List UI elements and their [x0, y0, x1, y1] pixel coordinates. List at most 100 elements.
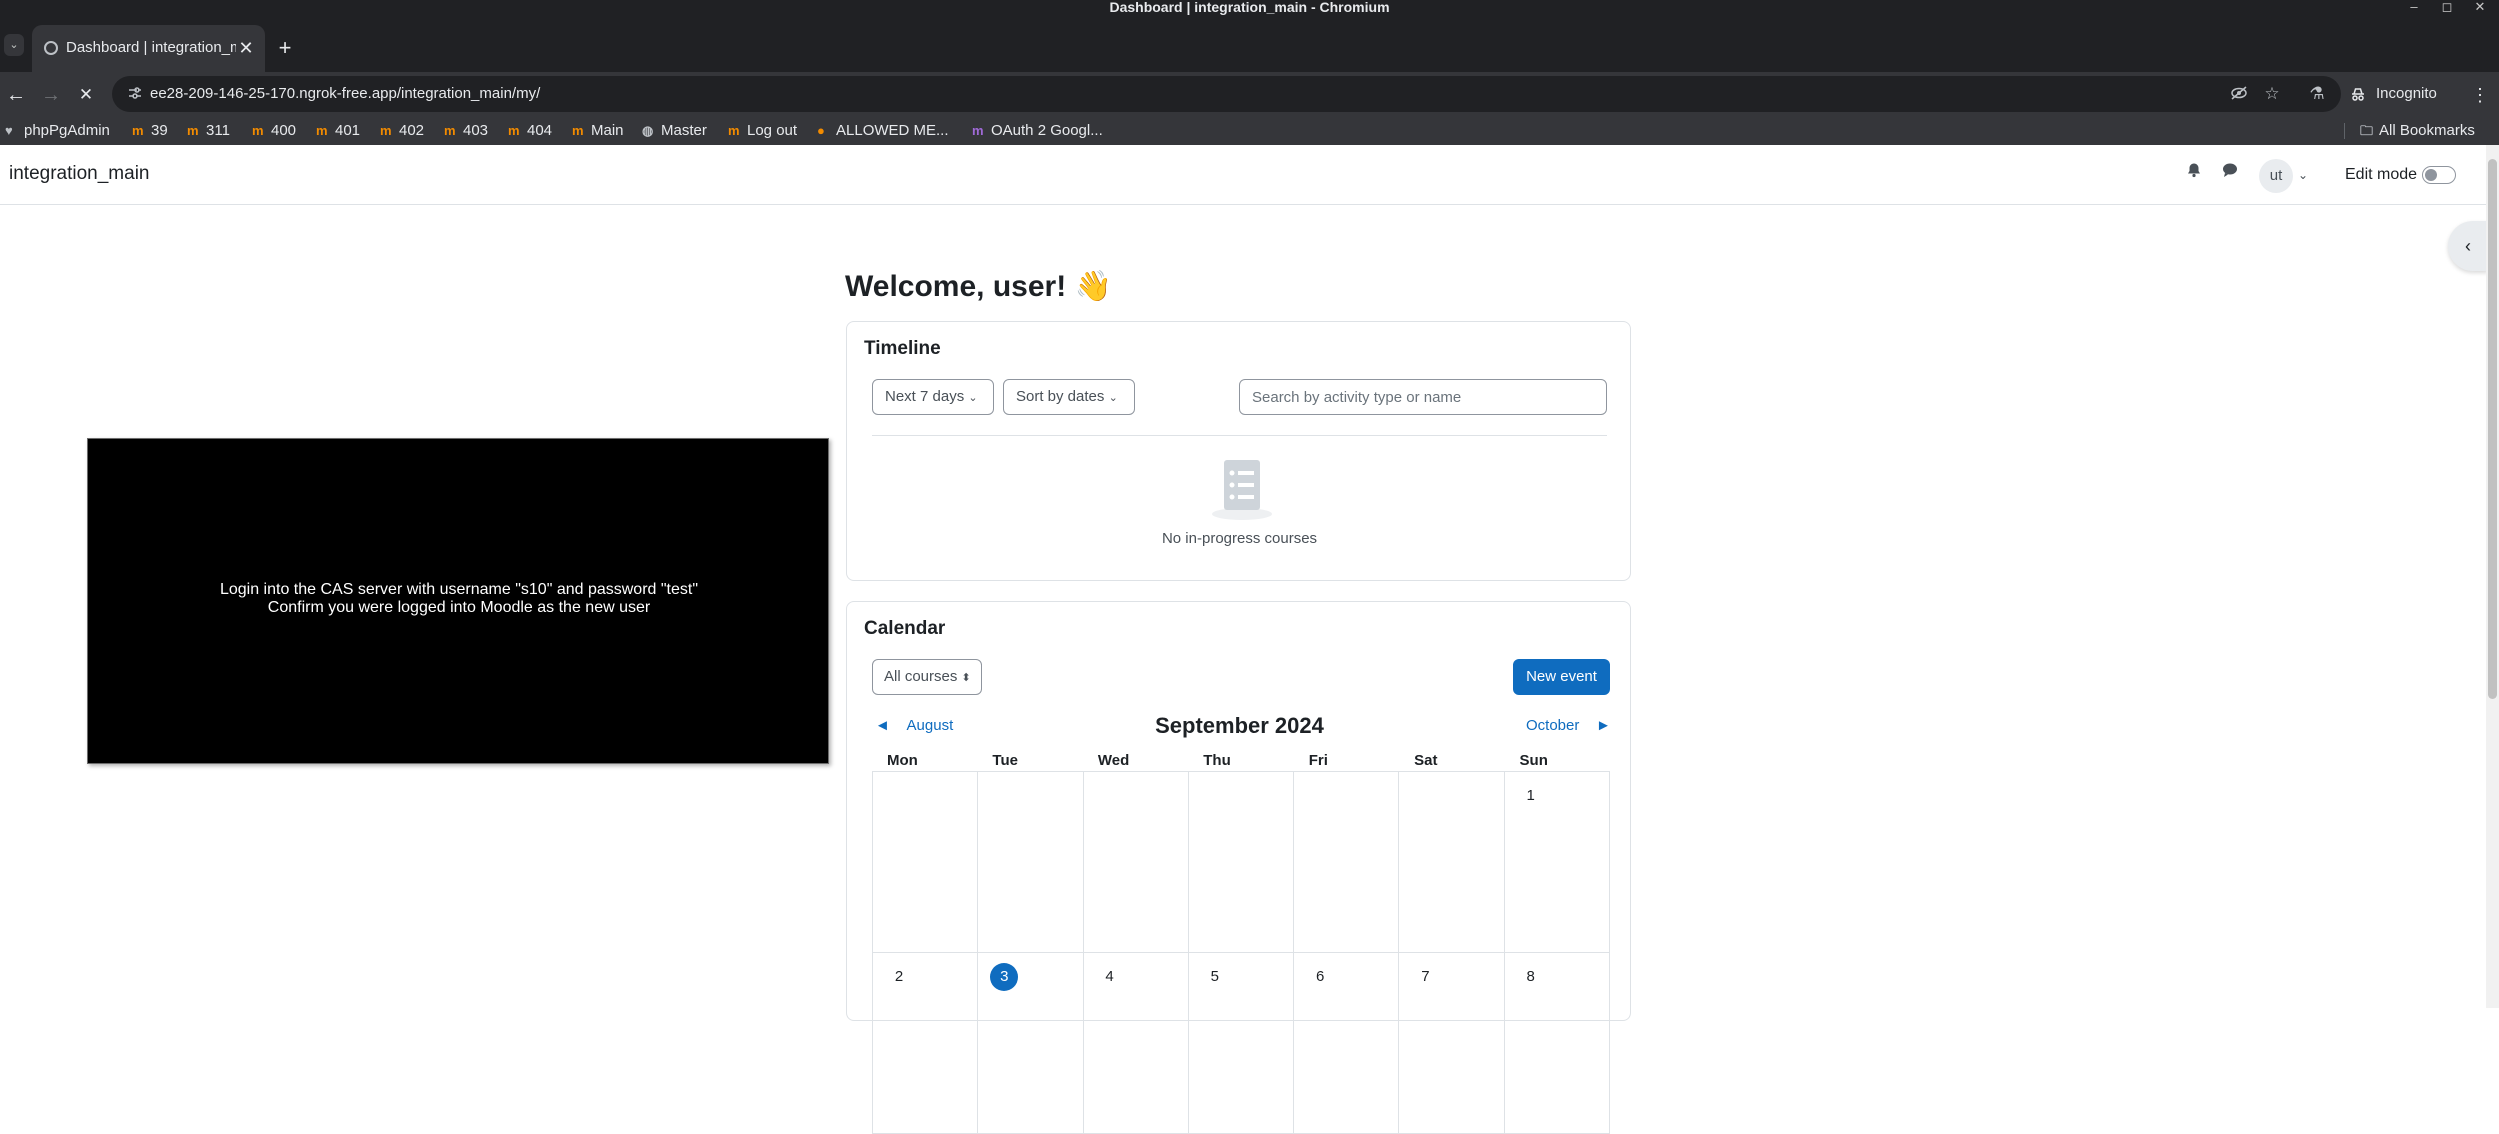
- bookmark-item[interactable]: ◍ Master: [642, 122, 707, 140]
- site-info-icon[interactable]: [128, 86, 142, 100]
- chevron-down-icon[interactable]: ⌄: [2298, 163, 2308, 187]
- globe-icon: ◍: [642, 123, 654, 138]
- restore-button[interactable]: ◻: [2437, 0, 2457, 15]
- arrow-right-icon: ►: [1596, 717, 1611, 734]
- calendar-day[interactable]: 2: [872, 953, 979, 1134]
- bookmark-item[interactable]: m 403: [444, 122, 488, 140]
- calendar-day[interactable]: 7: [1399, 953, 1505, 1134]
- bookmark-item[interactable]: m 311: [187, 122, 230, 140]
- timeline-search-input[interactable]: [1239, 379, 1607, 415]
- bookmark-item[interactable]: m 401: [316, 122, 360, 140]
- calendar-day-today[interactable]: 3: [978, 953, 1084, 1134]
- chevron-left-icon[interactable]: ‹: [2448, 221, 2488, 271]
- scrollbar-thumb[interactable]: [2488, 159, 2497, 699]
- day-number: 2: [894, 968, 904, 985]
- calendar-title: Calendar: [864, 618, 946, 639]
- current-month-title: September 2024: [1155, 713, 1324, 738]
- day-filter-label: Next 7 days: [885, 388, 965, 405]
- calendar-grid: Mon Tue Wed Thu Fri Sat Sun 1 2 3 4 5 6 …: [872, 752, 1610, 1134]
- bookmark-item[interactable]: m Main: [572, 122, 624, 140]
- timeline-sort-select[interactable]: Sort by dates ⌄: [1003, 379, 1135, 415]
- tab-close-icon[interactable]: ✕: [236, 38, 256, 58]
- firefox-icon: ●: [817, 123, 825, 138]
- day-number: 5: [1210, 968, 1220, 985]
- url-text[interactable]: ee28-209-146-25-170.ngrok-free.app/integ…: [150, 84, 540, 104]
- new-tab-button[interactable]: +: [274, 37, 296, 59]
- edit-mode-toggle[interactable]: [2422, 166, 2456, 184]
- chevron-down-icon: ⌄: [1108, 392, 1118, 404]
- calendar-day[interactable]: 6: [1294, 953, 1400, 1134]
- moodle-navbar: integration_main ut ⌄ Edit mode: [0, 145, 2486, 205]
- sort-arrows-icon: ⬍: [961, 672, 971, 684]
- weekday-header: Fri: [1308, 752, 1328, 769]
- address-bar[interactable]: ee28-209-146-25-170.ngrok-free.app/integ…: [112, 76, 2341, 112]
- new-event-button[interactable]: New event: [1513, 659, 1610, 695]
- bookmark-item[interactable]: m 39: [132, 122, 168, 140]
- calendar-day[interactable]: 1: [1504, 772, 1610, 953]
- elephant-icon: ♥: [5, 123, 13, 138]
- bookmark-label: 403: [463, 122, 489, 139]
- moodle-icon: m: [508, 123, 520, 138]
- bookmark-label: OAuth 2 Googl...: [991, 122, 1103, 139]
- forward-button[interactable]: →: [38, 82, 64, 108]
- next-month-link[interactable]: October ►: [1526, 716, 1611, 736]
- eye-off-icon[interactable]: [2229, 84, 2249, 104]
- calendar-week: 1: [872, 772, 1610, 953]
- incognito-indicator[interactable]: Incognito: [2340, 79, 2455, 109]
- bookmark-item[interactable]: m 404: [508, 122, 552, 140]
- close-window-button[interactable]: ✕: [2470, 0, 2490, 15]
- course-filter-select[interactable]: All courses ⬍: [872, 659, 982, 695]
- moodle-purple-icon: m: [972, 123, 984, 138]
- weekday-header: Thu: [1203, 752, 1231, 769]
- calendar-week: 2 3 4 5 6 7 8: [872, 953, 1610, 1134]
- calendar-day[interactable]: 5: [1188, 953, 1295, 1134]
- edit-mode-label: Edit mode: [2345, 166, 2418, 183]
- incognito-icon: [2350, 86, 2366, 102]
- minimize-button[interactable]: –: [2404, 0, 2424, 15]
- bookmark-item[interactable]: m 400: [252, 122, 296, 140]
- lab-flask-icon[interactable]: ⚗: [2307, 84, 2327, 104]
- weekday-header: Tue: [992, 752, 1018, 769]
- moodle-icon: m: [132, 123, 144, 138]
- calendar-day[interactable]: 4: [1083, 953, 1189, 1134]
- next-month-label: October: [1526, 717, 1580, 734]
- instruction-text: Login into the CAS server with username …: [219, 581, 699, 598]
- bookmark-item[interactable]: m 402: [380, 122, 424, 140]
- bookmark-item[interactable]: m OAuth 2 Googl...: [972, 122, 1103, 140]
- bookmark-item[interactable]: m Log out: [728, 122, 797, 140]
- notifications-bell-icon[interactable]: [2183, 162, 2205, 186]
- bookmark-item[interactable]: ● ALLOWED ME...: [817, 122, 949, 140]
- weekday-header: Sun: [1519, 752, 1548, 769]
- empty-courses-icon: [1209, 456, 1275, 522]
- weekday-header-row: Mon Tue Wed Thu Fri Sat Sun: [872, 752, 1610, 772]
- browser-menu-button[interactable]: ⋮: [2470, 83, 2490, 107]
- tab-dashboard[interactable]: Dashboard | integration_main ✕: [32, 25, 265, 72]
- stop-loading-button[interactable]: ✕: [73, 82, 99, 108]
- divider: [872, 435, 1607, 436]
- sort-label: Sort by dates: [1016, 388, 1105, 405]
- day-number: 7: [1421, 968, 1430, 985]
- calendar-day-empty: [1083, 772, 1189, 953]
- today-badge: 3: [990, 963, 1019, 991]
- site-name-link[interactable]: integration_main: [9, 162, 149, 186]
- back-button[interactable]: ←: [3, 82, 29, 108]
- bookmark-label: Log out: [747, 122, 798, 139]
- user-avatar[interactable]: ut: [2259, 159, 2293, 193]
- folder-icon: 🗀: [2360, 123, 2374, 138]
- toggle-knob: [2425, 169, 2437, 181]
- bookmark-label: ALLOWED ME...: [836, 122, 949, 139]
- day-number: 6: [1315, 968, 1325, 985]
- weekday-header: Sat: [1414, 752, 1438, 769]
- bookmark-label: Main: [591, 122, 624, 139]
- bookmark-label: 404: [527, 122, 553, 139]
- bookmark-label: 311: [206, 122, 230, 139]
- tab-search-button[interactable]: ⌄: [4, 34, 24, 56]
- bookmark-star-icon[interactable]: ☆: [2262, 84, 2282, 104]
- calendar-day-empty: [1294, 772, 1400, 953]
- calendar-day[interactable]: 8: [1504, 953, 1610, 1134]
- bookmark-item[interactable]: ♥ phpPgAdmin: [5, 122, 110, 140]
- timeline-day-filter[interactable]: Next 7 days ⌄: [872, 379, 994, 415]
- messages-chat-icon[interactable]: [2219, 162, 2241, 186]
- all-bookmarks-button[interactable]: 🗀 All Bookmarks: [2360, 122, 2475, 140]
- bookmark-label: 400: [271, 122, 297, 139]
